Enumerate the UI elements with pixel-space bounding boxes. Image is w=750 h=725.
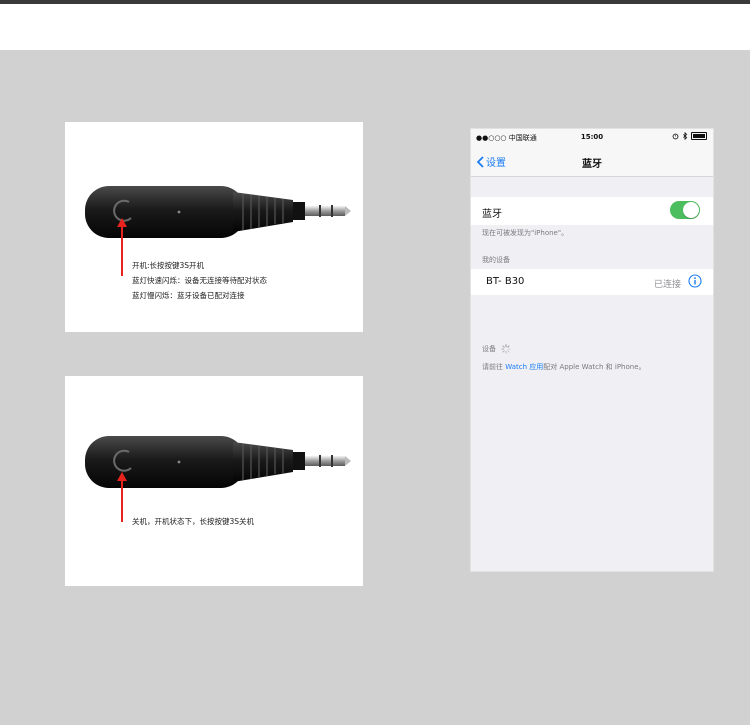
- discoverable-text: 现在可被发现为"iPhone"。: [482, 229, 569, 237]
- instruction-line: 蓝灯快速闪烁：设备无连接等待配对状态: [132, 276, 267, 285]
- power-on-instructions: 开机:长按按键3S开机 蓝灯快速闪烁：设备无连接等待配对状态 蓝灯慢闪烁：蓝牙设…: [132, 258, 267, 303]
- navigation-bar: 设置 蓝牙: [471, 146, 713, 177]
- toggle-knob: [683, 202, 699, 218]
- device-row-bt-b30[interactable]: BT- B30 已连接: [471, 269, 713, 295]
- bluetooth-adapter-image: [85, 186, 351, 238]
- pair-hint-text: 请前往 Watch 应用配对 Apple Watch 和 iPhone。: [482, 362, 646, 372]
- power-on-card: 开机:长按按键3S开机 蓝灯快速闪烁：设备无连接等待配对状态 蓝灯慢闪烁：蓝牙设…: [65, 122, 363, 332]
- pair-hint-suffix: 配对 Apple Watch 和 iPhone。: [543, 363, 646, 371]
- top-border: [0, 0, 750, 4]
- power-off-card: 关机，开机状态下，长按按键3S关机: [65, 376, 363, 586]
- device-name: BT- B30: [486, 276, 525, 287]
- alarm-icon: [672, 133, 679, 139]
- connection-status: 已连接: [653, 280, 681, 290]
- red-arrow: [121, 224, 123, 276]
- status-bar: ●●○○○ 中国联通 15:00: [471, 129, 713, 146]
- info-icon[interactable]: [688, 274, 702, 288]
- bluetooth-label: 蓝牙: [482, 209, 502, 220]
- bluetooth-toggle-row: 蓝牙: [471, 197, 713, 225]
- loading-spinner-icon: [501, 344, 511, 354]
- status-icons: [672, 132, 707, 140]
- devices-header-label: 设备: [482, 345, 496, 353]
- instruction-line: 蓝灯慢闪烁：蓝牙设备已配对连接: [132, 291, 245, 300]
- my-devices-header: 我的设备: [482, 256, 510, 264]
- instruction-line: 关机，开机状态下，长按按键3S关机: [132, 517, 255, 526]
- pair-hint-prefix: 请前往: [482, 363, 506, 371]
- iphone-bluetooth-screen: ●●○○○ 中国联通 15:00 设置 蓝牙 蓝牙 现在可被发现为"iPhone…: [470, 128, 714, 572]
- watch-app-link[interactable]: Watch 应用: [505, 363, 543, 371]
- devices-header: 设备: [482, 344, 511, 354]
- page-title: 蓝牙: [582, 159, 602, 170]
- bluetooth-toggle[interactable]: [670, 201, 700, 219]
- bluetooth-adapter-image: [85, 436, 351, 488]
- power-off-instructions: 关机，开机状态下，长按按键3S关机: [132, 514, 254, 529]
- battery-icon: [691, 132, 707, 140]
- instruction-line: 开机:长按按键3S开机: [132, 261, 205, 270]
- red-arrow: [121, 478, 123, 522]
- bluetooth-icon: [683, 132, 688, 140]
